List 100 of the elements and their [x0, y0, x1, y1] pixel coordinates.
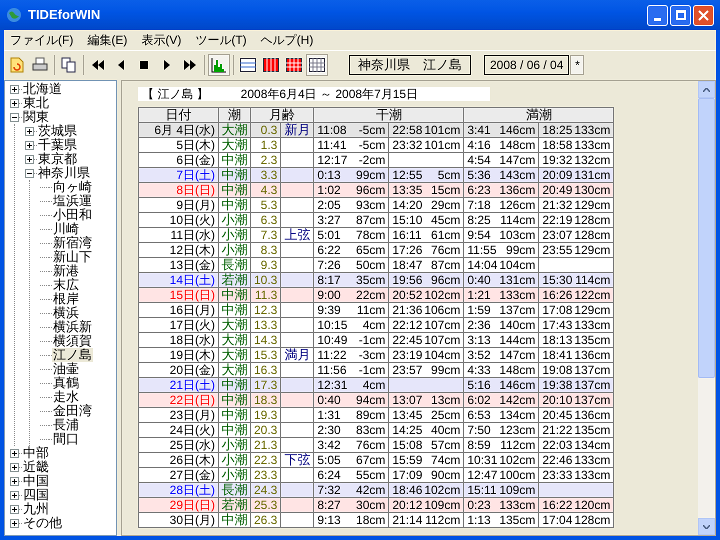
- expand-icon[interactable]: [10, 98, 19, 108]
- tree-item[interactable]: 長浦: [52, 418, 80, 432]
- maximize-button[interactable]: [670, 4, 691, 26]
- tree-item[interactable]: 末広: [52, 278, 80, 292]
- tree-item[interactable]: 向ヶ崎: [52, 180, 93, 194]
- tree-item[interactable]: 四国: [22, 488, 50, 502]
- table-row[interactable]: 27日(金) 小潮 23.3 6:24 55cm 17:09 90cm 12:47 100cm 23:33 133cm: [138, 468, 614, 482]
- tree-item[interactable]: 横浜新: [52, 320, 93, 334]
- tree-item[interactable]: 北海道: [22, 82, 63, 96]
- close-button[interactable]: [693, 4, 714, 26]
- tree-item[interactable]: 根岸: [52, 292, 80, 306]
- menu-item[interactable]: ファイル(F): [10, 31, 74, 49]
- table-row[interactable]: 7日(土) 中潮 3.3 0:13 99cm 12:55 5cm 5:36 143cm 20:09 131cm: [138, 168, 614, 182]
- table-row[interactable]: 9日(月) 中潮 5.3 2:05 93cm 14:20 29cm 7:18 126cm 21:32 129cm: [138, 198, 614, 212]
- tree-item[interactable]: 江ノ島: [52, 348, 93, 362]
- expand-icon[interactable]: [10, 462, 19, 472]
- table-row[interactable]: 23日(月) 中潮 19.3 1:31 89cm 13:45 25cm 6:53 134cm 20:45 136cm: [138, 408, 614, 422]
- scroll-down-icon[interactable]: [698, 518, 715, 535]
- table-row[interactable]: 13日(金) 長潮 9.3 7:26 50cm 18:47 87cm 14:04 104cm: [138, 258, 614, 272]
- table-view-icon[interactable]: [306, 54, 328, 76]
- tide-height: -3cm: [358, 348, 386, 362]
- tide-time: 6:23: [467, 183, 491, 197]
- tide-height: 78cm: [356, 228, 386, 242]
- tide-time: 5:05: [317, 453, 341, 467]
- star-button[interactable]: *: [570, 54, 584, 74]
- expand-icon[interactable]: [10, 84, 19, 94]
- table-row[interactable]: 10日(火) 小潮 6.3 3:27 87cm 15:10 45cm 8:25 114cm 22:19 128cm: [138, 212, 614, 228]
- menu-item[interactable]: ツール(T): [195, 31, 247, 49]
- tree-item[interactable]: 茨城県: [37, 124, 78, 138]
- table-row[interactable]: 5日(木) 大潮 1.3 11:41 -5cm 23:32 101cm 4:16 148cm 18:58 133cm: [138, 138, 614, 152]
- table-row[interactable]: 28日(土) 長潮 24.3 7:32 42cm 18:46 102cm 15:11 109cm: [138, 482, 614, 498]
- tree-item[interactable]: 塩浜運: [52, 194, 93, 208]
- tide-height: 114cm: [575, 273, 610, 287]
- table-row[interactable]: 6月 4日(水) 大潮 0.3 新月 11:08 -5cm 22:58 101cm 3:41 146cm 18:25 133cm: [138, 122, 614, 138]
- expand-icon[interactable]: [10, 448, 19, 458]
- tree-item[interactable]: 中国: [22, 474, 50, 488]
- table-row[interactable]: 16日(月) 中潮 12.3 9:39 11cm 21:36 106cm 1:59 137cm 17:08 129cm: [138, 302, 614, 318]
- tree-item[interactable]: 走水: [52, 390, 80, 404]
- tree-item[interactable]: 真鶴: [52, 376, 80, 390]
- expand-icon[interactable]: [10, 504, 19, 514]
- table-row[interactable]: 20日(金) 大潮 16.3 11:56 -1cm 23:57 99cm 4:33 148cm 19:08 137cm: [138, 362, 614, 378]
- tree-item[interactable]: 川崎: [52, 222, 80, 236]
- bar-chart-icon[interactable]: [208, 54, 230, 76]
- tree-item[interactable]: 関東: [22, 110, 50, 124]
- tree-item[interactable]: 横須賀: [52, 334, 93, 348]
- tree-item[interactable]: 油壷: [52, 362, 80, 376]
- tree-item[interactable]: その他: [22, 516, 63, 530]
- tree-item[interactable]: 東京都: [37, 152, 78, 166]
- menu-item[interactable]: ヘルプ(H): [260, 31, 314, 49]
- tree-item[interactable]: 金田湾: [52, 404, 93, 418]
- expand-icon[interactable]: [25, 154, 34, 164]
- collapse-icon[interactable]: [10, 112, 19, 122]
- table-row[interactable]: 24日(火) 中潮 20.3 2:30 83cm 14:25 40cm 7:50 123cm 21:22 135cm: [138, 422, 614, 438]
- vertical-scrollbar[interactable]: [698, 81, 715, 535]
- table-row[interactable]: 25日(水) 小潮 21.3 3:42 76cm 15:08 57cm 8:59 112cm 22:03 134cm: [138, 438, 614, 452]
- table-row[interactable]: 18日(水) 大潮 14.3 10:49 -1cm 22:45 107cm 3:13 144cm 18:13 135cm: [138, 332, 614, 348]
- table-row[interactable]: 8日(日) 中潮 4.3 1:02 96cm 13:35 15cm 6:23 136cm 20:49 130cm: [138, 182, 614, 198]
- table-row[interactable]: 26日(木) 小潮 22.3 下弦 5:05 67cm 15:59 74cm 10:31 102cm 22:46 133cm: [138, 452, 614, 468]
- tree-item[interactable]: 神奈川県: [37, 166, 91, 180]
- expand-icon[interactable]: [25, 126, 34, 136]
- tree-item[interactable]: 中部: [22, 446, 50, 460]
- tree-item[interactable]: 新山下: [52, 250, 93, 264]
- tide-time: 4:54: [467, 153, 491, 167]
- table-row[interactable]: 19日(木) 大潮 15.3 満月 11:22 -3cm 23:19 104cm 3:52 147cm 18:41 136cm: [138, 348, 614, 362]
- tree-item[interactable]: 間口: [52, 432, 80, 446]
- table-row[interactable]: 6日(金) 中潮 2.3 12:17 -2cm 4:54 147cm 19:32 132cm: [138, 152, 614, 168]
- tree-item[interactable]: 小田和: [52, 208, 93, 222]
- table-row[interactable]: 11日(水) 小潮 7.3 上弦 5:01 78cm 16:11 61cm 9:54 103cm 23:07 128cm: [138, 228, 614, 242]
- tree-item[interactable]: 千葉県: [37, 138, 78, 152]
- menu-item[interactable]: 表示(V): [141, 31, 182, 49]
- expand-icon[interactable]: [10, 518, 19, 528]
- tide-time: 3:42: [317, 438, 341, 452]
- tree-item[interactable]: 九州: [22, 502, 50, 516]
- station-name: 【 江ノ島 】: [142, 86, 209, 103]
- table-row[interactable]: 29日(日) 若潮 25.3 8:27 30cm 20:12 109cm 0:23 133cm 16:22 120cm: [138, 498, 614, 512]
- expand-icon[interactable]: [10, 490, 19, 500]
- table-row[interactable]: 12日(木) 小潮 8.3 6:22 65cm 17:26 76cm 11:55 99cm 23:55 129cm: [138, 242, 614, 258]
- table-row[interactable]: 15日(日) 中潮 11.3 9:00 22cm 20:52 102cm 1:21 133cm 16:26 122cm: [138, 288, 614, 302]
- scroll-thumb[interactable]: [698, 98, 715, 378]
- tree-item[interactable]: 新宿湾: [52, 236, 93, 250]
- tree-item[interactable]: 新港: [52, 264, 80, 278]
- collapse-icon[interactable]: [25, 168, 34, 178]
- tide-height: 89cm: [356, 408, 386, 422]
- tree-item[interactable]: 東北: [22, 96, 50, 110]
- minimize-button[interactable]: [647, 4, 668, 26]
- table-row[interactable]: 30日(月) 中潮 26.3 9:13 18cm 21:14 112cm 1:13 135cm 17:04 128cm: [138, 512, 614, 528]
- tide-height: 15cm: [431, 183, 460, 197]
- expand-icon[interactable]: [25, 140, 34, 150]
- scroll-up-icon[interactable]: [698, 81, 715, 98]
- table-row[interactable]: 17日(火) 大潮 13.3 10:15 4cm 22:12 107cm 2:36 140cm 17:43 133cm: [138, 318, 614, 332]
- expand-icon[interactable]: [10, 476, 19, 486]
- tree-item[interactable]: 近畿: [22, 460, 50, 474]
- tree-item[interactable]: 横浜: [52, 306, 80, 320]
- tide-height: 76cm: [431, 243, 460, 257]
- tide-time: 2:36: [467, 318, 491, 332]
- menu-item[interactable]: 編集(E): [87, 31, 128, 49]
- table-row[interactable]: 14日(土) 若潮 10.3 8:17 35cm 19:56 96cm 0:40 131cm 15:30 114cm: [138, 272, 614, 288]
- table-row[interactable]: 22日(日) 中潮 18.3 0:40 94cm 13:07 13cm 6:02 142cm 20:10 137cm: [138, 392, 614, 408]
- tide-height: -1cm: [358, 333, 386, 347]
- table-row[interactable]: 21日(土) 中潮 17.3 12:31 4cm 5:16 146cm 19:38 137cm: [138, 378, 614, 392]
